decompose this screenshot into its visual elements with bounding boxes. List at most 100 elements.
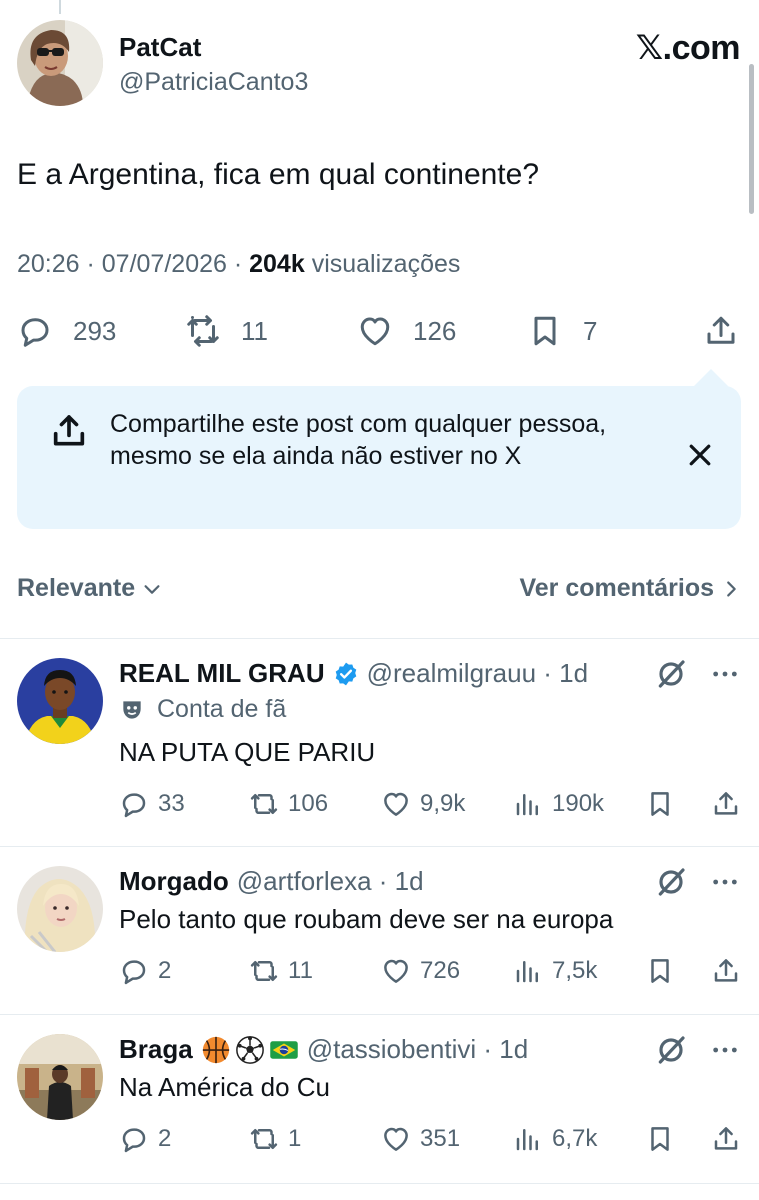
views-count: 6,7k	[552, 1125, 598, 1152]
bookmark-button[interactable]	[645, 786, 675, 822]
share-button[interactable]	[711, 786, 741, 822]
reply-button[interactable]: 33	[119, 786, 185, 822]
views-button[interactable]: 7,5k	[513, 953, 597, 989]
reply-count: 2	[158, 1125, 172, 1152]
repost-count: 1	[288, 1125, 302, 1152]
grok-button[interactable]	[655, 658, 687, 690]
view-comments-link[interactable]: Ver comentários	[519, 574, 742, 603]
repost-icon	[250, 961, 278, 981]
reply-author-name[interactable]: Morgado	[119, 866, 229, 897]
views-button[interactable]: 6,7k	[513, 1121, 597, 1157]
like-count: 726	[420, 957, 461, 984]
like-button[interactable]: 9,9k	[381, 786, 465, 822]
verified-badge-icon	[333, 661, 359, 687]
soccer-ball-emoji	[235, 1035, 265, 1065]
author-handle[interactable]: @PatriciaCanto3	[119, 68, 308, 97]
chevron-down-icon	[144, 584, 160, 594]
grok-icon	[658, 660, 685, 688]
reply-button[interactable]: 2	[119, 953, 171, 989]
reply-avatar[interactable]	[17, 658, 103, 744]
repost-button[interactable]: 11	[185, 308, 268, 354]
views-count: 204k	[249, 250, 305, 278]
close-icon	[689, 444, 711, 466]
reply-icon	[21, 318, 49, 347]
reply-text: NA PUTA QUE PARIU	[119, 737, 376, 767]
more-options-button[interactable]	[709, 1034, 741, 1066]
bar-chart-icon	[516, 1129, 538, 1151]
bar-chart-icon	[516, 961, 538, 983]
reply-button[interactable]: 2	[119, 1121, 171, 1157]
basketball-emoji	[201, 1035, 231, 1065]
repost-button[interactable]: 11	[249, 953, 313, 989]
reply-item[interactable]: Morgado @artforlexa · 1d Pelo tanto que …	[0, 846, 759, 1014]
like-button[interactable]: 126	[357, 308, 456, 354]
repost-icon	[250, 794, 278, 814]
bookmark-button[interactable]	[645, 953, 675, 989]
mask-icon	[123, 700, 141, 719]
grok-button[interactable]	[655, 866, 687, 898]
like-count: 351	[420, 1125, 461, 1152]
scrollbar[interactable]	[749, 64, 754, 214]
x-logo-icon: 𝕏	[635, 28, 663, 68]
bookmark-button[interactable]	[645, 1121, 675, 1157]
repost-button[interactable]: 1	[249, 1121, 301, 1157]
reply-actions-bar: 33 106 9,9k 190k	[119, 786, 741, 822]
bookmark-count: 7	[583, 315, 598, 346]
thread-connector-line	[59, 0, 61, 14]
divider	[0, 1183, 759, 1184]
like-count: 126	[413, 315, 457, 346]
reply-count: 2	[158, 957, 172, 984]
reply-author-name[interactable]: Braga	[119, 1034, 193, 1065]
reply-button[interactable]: 293	[17, 308, 116, 354]
chevron-right-icon	[727, 580, 736, 597]
views-label: visualizações	[304, 250, 461, 278]
share-button[interactable]	[711, 953, 741, 989]
close-tip-button[interactable]	[685, 440, 715, 470]
reply-count: 33	[158, 790, 185, 817]
reply-actions-bar: 2 1 351 6,7k	[119, 1121, 741, 1157]
share-icon	[714, 792, 738, 815]
repost-count: 106	[288, 790, 329, 817]
bookmark-icon	[651, 1127, 669, 1151]
post-header: PatCat @PatriciaCanto3 𝕏.com	[17, 20, 742, 108]
reply-avatar[interactable]	[17, 1034, 103, 1120]
bookmark-button[interactable]: 7	[527, 308, 597, 354]
reply-header: Braga @tassiobentivi · 1d	[119, 1034, 528, 1065]
tip-caret	[694, 369, 728, 403]
more-options-button[interactable]	[709, 866, 741, 898]
share-button[interactable]	[711, 1121, 741, 1157]
author-avatar[interactable]	[17, 20, 103, 106]
brazil-flag-emoji	[269, 1035, 299, 1065]
more-options-button[interactable]	[709, 658, 741, 690]
share-icon	[714, 959, 738, 982]
post-meta: 20:26 · 07/07/2026 · 204k visualizações	[17, 250, 460, 279]
reply-avatar[interactable]	[17, 866, 103, 952]
repost-count: 11	[288, 957, 313, 984]
more-icon	[713, 879, 737, 885]
reply-author-handle[interactable]: @artforlexa · 1d	[237, 866, 424, 897]
grok-button[interactable]	[655, 1034, 687, 1066]
sort-dropdown[interactable]: Relevante	[17, 574, 163, 603]
reply-author-handle[interactable]: @tassiobentivi · 1d	[307, 1034, 529, 1065]
reply-item[interactable]: Braga @tassiobentivi · 1d Na América do …	[0, 1014, 759, 1200]
reply-author-name[interactable]: REAL MIL GRAU	[119, 658, 325, 689]
reply-icon	[122, 793, 146, 818]
like-button[interactable]: 351	[381, 1121, 460, 1157]
more-icon	[713, 671, 737, 677]
bar-chart-icon	[516, 794, 538, 816]
reply-header: REAL MIL GRAU @realmilgrauu · 1d	[119, 658, 588, 689]
reply-text: Na América do Cu	[119, 1072, 330, 1102]
share-icon	[714, 1127, 738, 1150]
more-icon	[713, 1047, 737, 1053]
post-timestamp[interactable]: 20:26 · 07/07/2026 ·	[17, 250, 249, 278]
reply-author-handle[interactable]: @realmilgrauu · 1d	[367, 658, 588, 689]
like-button[interactable]: 726	[381, 953, 460, 989]
grok-icon	[658, 868, 685, 896]
reply-header: Morgado @artforlexa · 1d	[119, 866, 424, 897]
reply-icon	[122, 960, 146, 985]
share-button[interactable]	[703, 308, 739, 354]
reply-item[interactable]: REAL MIL GRAU @realmilgrauu · 1d Conta d…	[0, 638, 759, 846]
views-button[interactable]: 190k	[513, 786, 604, 822]
author-name[interactable]: PatCat	[119, 32, 201, 63]
repost-button[interactable]: 106	[249, 786, 328, 822]
